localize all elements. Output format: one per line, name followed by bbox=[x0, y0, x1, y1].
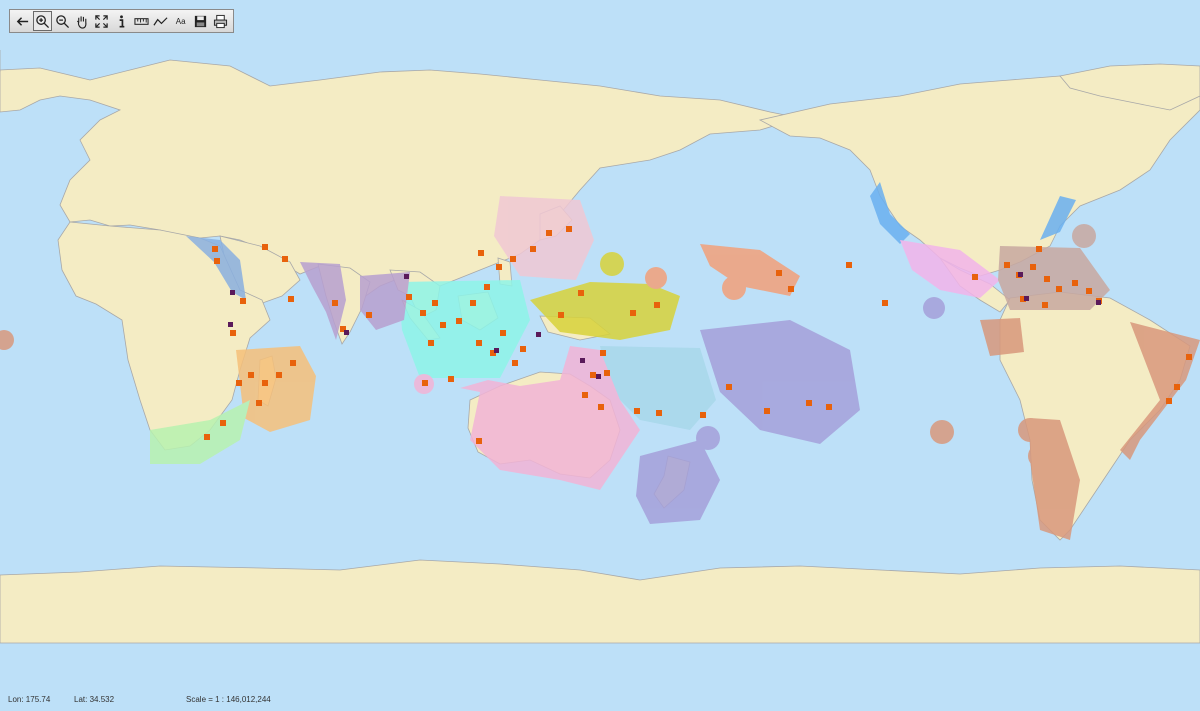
pan-button[interactable] bbox=[72, 11, 92, 31]
back-button[interactable] bbox=[13, 11, 33, 31]
profile-line-icon bbox=[153, 16, 168, 26]
map-toolbar: Aa bbox=[9, 9, 234, 33]
back-icon bbox=[17, 16, 29, 26]
full-extent-icon bbox=[95, 14, 108, 28]
longitude-readout: Lon: 175.74 bbox=[8, 695, 51, 704]
save-button[interactable] bbox=[191, 11, 211, 31]
zoom-in-icon bbox=[36, 14, 50, 28]
measure-button[interactable] bbox=[131, 11, 151, 31]
save-icon bbox=[194, 15, 206, 27]
label-text-icon: Aa bbox=[175, 16, 186, 26]
info-icon bbox=[119, 14, 125, 27]
latitude-readout: Lat: 34.532 bbox=[74, 695, 115, 704]
zoom-in-button[interactable] bbox=[32, 11, 53, 31]
label-button[interactable]: Aa bbox=[171, 11, 191, 31]
print-icon bbox=[213, 14, 227, 28]
print-button[interactable] bbox=[210, 11, 230, 31]
status-bar: Lon: 175.74 Lat: 34.532 Scale = 1 : 146,… bbox=[0, 693, 1200, 707]
zoom-out-icon bbox=[56, 14, 69, 28]
scale-readout: Scale = 1 : 146,012,244 bbox=[186, 695, 271, 704]
pan-hand-icon bbox=[76, 15, 86, 29]
zoom-out-button[interactable] bbox=[52, 11, 72, 31]
info-button[interactable] bbox=[112, 11, 132, 31]
full-extent-button[interactable] bbox=[92, 11, 112, 31]
map-canvas[interactable] bbox=[0, 0, 1200, 711]
profile-button[interactable] bbox=[151, 11, 171, 31]
measure-icon bbox=[134, 17, 149, 25]
